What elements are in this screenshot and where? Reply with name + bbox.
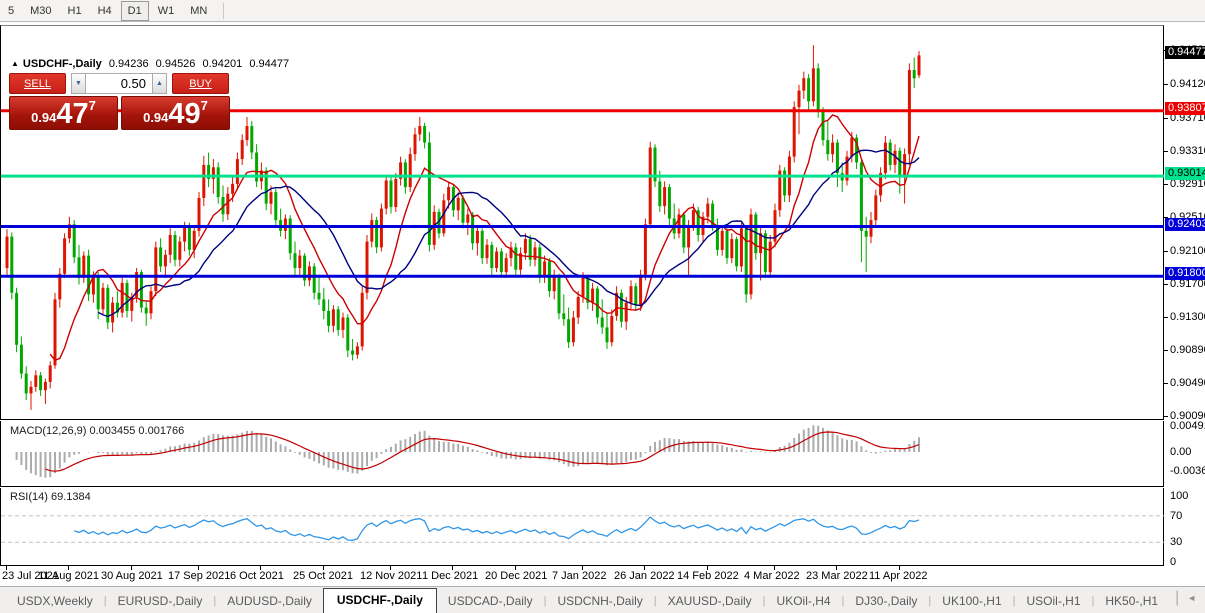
timeframe-toolbar: 5M30H1H4D1W1MN bbox=[0, 0, 1205, 22]
chart-tab-usdcnh-daily[interactable]: USDCNH-,Daily bbox=[546, 590, 653, 613]
chart-tab-hk50-h1[interactable]: HK50-,H1 bbox=[1094, 590, 1169, 613]
price-tick-label: 0.92100 bbox=[1170, 245, 1205, 257]
price-tick bbox=[1164, 84, 1168, 85]
rsi-axis-label: 100 bbox=[1170, 490, 1188, 502]
one-click-trade-panel: SELL ▼ ▲ BUY 0.94 47 7 0.94 49 7 bbox=[9, 73, 230, 130]
macd-pane: MACD(12,26,9) 0.003455 0.001766 bbox=[0, 421, 1164, 487]
hline-price-badge: 0.91800 bbox=[1165, 267, 1205, 280]
timeframe-button-w1[interactable]: W1 bbox=[151, 1, 182, 21]
date-tick-label: 20 Dec 2021 bbox=[485, 570, 547, 582]
sell-price-prefix: 0.94 bbox=[31, 110, 56, 125]
toolbar-separator bbox=[223, 3, 224, 19]
price-chart-pane: ▲ USDCHF-,Daily 0.94236 0.94526 0.94201 0… bbox=[0, 25, 1164, 420]
volume-input[interactable] bbox=[86, 73, 152, 94]
date-tick-label: 11 Apr 2022 bbox=[869, 570, 928, 582]
date-tick-label: 25 Oct 2021 bbox=[293, 570, 353, 582]
chart-tab-usdchf-daily[interactable]: USDCHF-,Daily bbox=[323, 588, 437, 613]
chart-symbol-label: USDCHF-,Daily bbox=[23, 58, 102, 70]
price-tick-label: 0.94120 bbox=[1170, 78, 1205, 90]
timeframe-button-5[interactable]: 5 bbox=[1, 1, 21, 21]
price-tick bbox=[1164, 383, 1168, 384]
hline-price-badge: 0.93807 bbox=[1165, 102, 1205, 115]
price-scale: 0.945300.941200.937100.933100.929100.925… bbox=[1164, 25, 1205, 566]
price-tick bbox=[1164, 151, 1168, 152]
date-tick-label: 1 Dec 2021 bbox=[422, 570, 478, 582]
chart-tab-dj30-daily[interactable]: DJ30-,Daily bbox=[844, 590, 928, 613]
buy-price-prefix: 0.94 bbox=[143, 110, 168, 125]
timeframe-button-d1[interactable]: D1 bbox=[121, 1, 149, 21]
price-tick bbox=[1164, 251, 1168, 252]
buy-price-box[interactable]: 0.94 49 7 bbox=[121, 96, 230, 130]
price-tick bbox=[1164, 350, 1168, 351]
chart-tab-uk100-h1[interactable]: UK100-,H1 bbox=[931, 590, 1012, 613]
tab-nav-separator: | bbox=[1175, 589, 1179, 607]
chart-tab-usdx-weekly[interactable]: USDX,Weekly bbox=[6, 590, 104, 613]
date-tick-label: 7 Jan 2022 bbox=[552, 570, 606, 582]
date-tick-label: 6 Oct 2021 bbox=[230, 570, 284, 582]
quote-high: 0.94526 bbox=[156, 58, 196, 70]
chart-tab-eurusd-daily[interactable]: EURUSD-,Daily bbox=[107, 590, 214, 613]
hline-price-badge: 0.93014 bbox=[1165, 167, 1205, 180]
price-tick-label: 0.90490 bbox=[1170, 377, 1205, 389]
rsi-axis-label: 30 bbox=[1170, 536, 1182, 548]
rsi-axis-label: 0 bbox=[1170, 556, 1176, 568]
chart-tab-bar: USDX,Weekly|EURUSD-,Daily|AUDUSD-,DailyU… bbox=[0, 586, 1205, 613]
quote-low: 0.94201 bbox=[202, 58, 242, 70]
date-tick-label: 30 Aug 2021 bbox=[101, 570, 163, 582]
chart-tab-usoil-h1[interactable]: USOil-,H1 bbox=[1016, 590, 1092, 613]
macd-axis-label: 0.004913 bbox=[1170, 420, 1205, 432]
price-tick bbox=[1164, 416, 1168, 417]
macd-label: MACD(12,26,9) 0.003455 0.001766 bbox=[10, 425, 184, 437]
buy-button[interactable]: BUY bbox=[172, 73, 229, 94]
volume-increase-button[interactable]: ▲ bbox=[152, 73, 167, 94]
tabs-scroll-left-icon[interactable]: ◄ bbox=[1187, 593, 1196, 603]
chart-tab-xauusd-daily[interactable]: XAUUSD-,Daily bbox=[657, 590, 763, 613]
timeframe-button-mn[interactable]: MN bbox=[183, 1, 214, 21]
chart-tab-usdcad-daily[interactable]: USDCAD-,Daily bbox=[437, 590, 544, 613]
current-price-badge: 0.94477 bbox=[1165, 46, 1205, 59]
rsi-canvas bbox=[1, 488, 1164, 566]
price-tick bbox=[1164, 118, 1168, 119]
tab-nav: |◄► bbox=[1169, 589, 1205, 613]
rsi-axis-label: 70 bbox=[1170, 510, 1182, 522]
date-tick-label: 17 Sep 2021 bbox=[168, 570, 230, 582]
macd-axis-label: -0.00361 bbox=[1170, 465, 1205, 477]
date-tick-label: 11 Aug 2021 bbox=[38, 570, 99, 582]
volume-decrease-button[interactable]: ▼ bbox=[71, 73, 86, 94]
date-tick-label: 14 Feb 2022 bbox=[677, 570, 739, 582]
chart-title: ▲ USDCHF-,Daily 0.94236 0.94526 0.94201 0… bbox=[11, 58, 289, 70]
date-tick-label: 12 Nov 2021 bbox=[360, 570, 422, 582]
hline-price-badge: 0.92403 bbox=[1165, 218, 1205, 231]
rsi-pane: RSI(14) 69.1384 bbox=[0, 488, 1164, 566]
buy-price-sup: 7 bbox=[201, 98, 208, 113]
date-tick-label: 26 Jan 2022 bbox=[614, 570, 675, 582]
sell-price-big: 47 bbox=[56, 101, 88, 127]
buy-price-big: 49 bbox=[168, 101, 200, 127]
sell-price-sup: 7 bbox=[89, 98, 96, 113]
sell-price-box[interactable]: 0.94 47 7 bbox=[9, 96, 118, 130]
price-tick-label: 0.91300 bbox=[1170, 311, 1205, 323]
timeframe-button-m30[interactable]: M30 bbox=[23, 1, 58, 21]
price-tick-label: 0.93310 bbox=[1170, 145, 1205, 157]
quote-open: 0.94236 bbox=[109, 58, 149, 70]
collapse-window-icon[interactable]: ▲ bbox=[11, 59, 19, 68]
price-tick bbox=[1164, 184, 1168, 185]
rsi-label: RSI(14) 69.1384 bbox=[10, 491, 91, 503]
trading-terminal: 5M30H1H4D1W1MN ▲ USDCHF-,Daily 0.94236 0.… bbox=[0, 0, 1205, 613]
date-tick-label: 23 Mar 2022 bbox=[806, 570, 868, 582]
timeframe-button-h4[interactable]: H4 bbox=[91, 1, 119, 21]
date-tick-label: 4 Mar 2022 bbox=[744, 570, 800, 582]
price-tick bbox=[1164, 284, 1168, 285]
quote-close: 0.94477 bbox=[249, 58, 289, 70]
chart-tab-audusd-daily[interactable]: AUDUSD-,Daily bbox=[216, 590, 323, 613]
date-scale: 23 Jul 202111 Aug 202130 Aug 202117 Sep … bbox=[0, 567, 1164, 585]
chart-tab-ukoil-h4[interactable]: UKOil-,H4 bbox=[766, 590, 842, 613]
macd-axis-label: 0.00 bbox=[1170, 446, 1191, 458]
price-tick bbox=[1164, 317, 1168, 318]
price-tick-label: 0.90890 bbox=[1170, 344, 1205, 356]
timeframe-button-h1[interactable]: H1 bbox=[61, 1, 89, 21]
sell-button[interactable]: SELL bbox=[9, 73, 66, 94]
